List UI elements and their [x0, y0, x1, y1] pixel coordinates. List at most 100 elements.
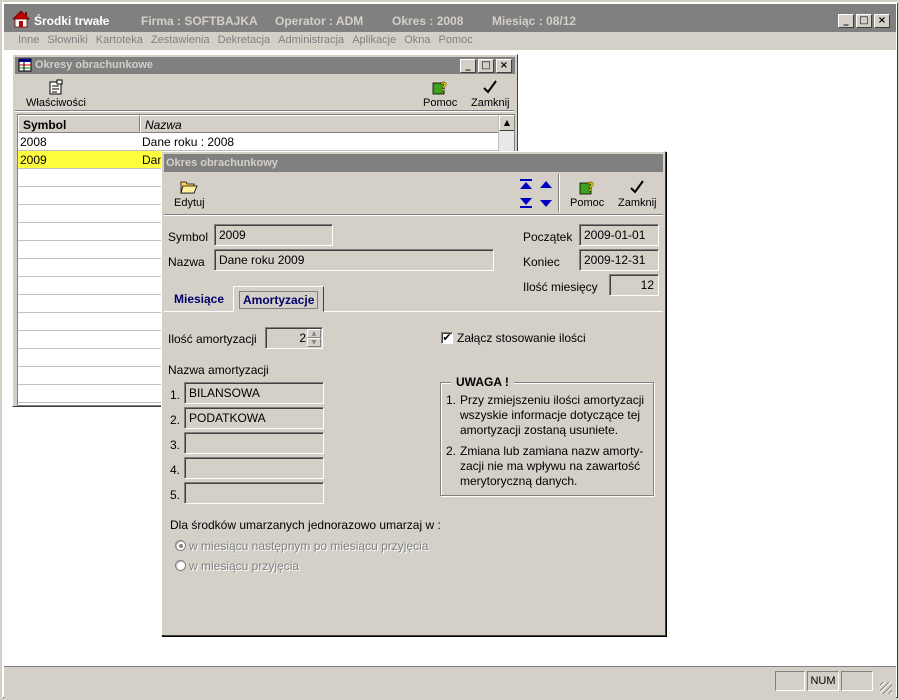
radio-same-month[interactable] — [175, 560, 186, 571]
warning-box: UWAGA ! 1. Przy zmiejszeniu ilości amort… — [440, 375, 654, 496]
resize-grip-icon[interactable] — [880, 682, 892, 694]
name-number: 5. — [170, 488, 181, 502]
table-row[interactable]: 2008 Dane roku : 2008 — [18, 133, 500, 151]
tab-miesiace[interactable]: Miesiące — [166, 288, 232, 310]
dialog-close-label: Zamknij — [618, 197, 657, 209]
properties-button[interactable]: Właściwości — [26, 79, 86, 109]
close-button[interactable]: × — [496, 59, 512, 73]
num-lock-indicator: NUM — [807, 671, 839, 691]
start-date-field[interactable]: 2009-01-01 — [579, 224, 659, 246]
warning-2-line: zacji nie ma wpływu na zawartość — [460, 459, 641, 473]
amortization-count-label: Ilość amortyzacji — [168, 332, 257, 346]
end-date-field[interactable]: 2009-12-31 — [579, 249, 659, 271]
name-number: 4. — [170, 463, 181, 477]
svg-text:?: ? — [587, 180, 594, 194]
periods-list-titlebar: Okresy obrachunkowe _ □ × — [15, 57, 515, 74]
menu-dekretacja[interactable]: Dekretacja — [218, 32, 276, 50]
last-record-icon[interactable] — [520, 198, 532, 208]
months-count-field[interactable]: 12 — [609, 274, 659, 296]
first-record-icon[interactable] — [520, 179, 532, 189]
period-label: Okres : 2008 — [392, 14, 464, 28]
status-panel — [775, 671, 805, 691]
scroll-up-icon[interactable]: ▲ — [499, 115, 514, 131]
symbol-field[interactable]: 2009 — [214, 224, 333, 246]
warning-1-line: amortyzacji zostaną usuniete. — [460, 423, 619, 437]
record-navigation — [520, 179, 552, 208]
radio-next-month-label: w miesiącu następnym po miesiącu przyjęc… — [189, 539, 429, 553]
row-name: Dane roku : 2008 — [142, 135, 235, 149]
tab-amortyzacje-label: Amortyzacje — [239, 291, 319, 309]
operator-label: Operator : ADM — [275, 14, 364, 28]
name-field[interactable]: Dane roku 2009 — [214, 249, 494, 271]
toolbar-separator — [15, 110, 514, 112]
column-header-name[interactable]: Nazwa — [140, 115, 500, 133]
next-record-icon[interactable] — [540, 200, 552, 207]
month-label: Miesiąc : 08/12 — [492, 14, 577, 28]
maximize-button[interactable]: □ — [856, 14, 872, 28]
amortization-name-field[interactable] — [184, 482, 324, 504]
menu-bar: Inne Słowniki Kartoteka Zestawienia Dekr… — [4, 32, 896, 50]
list-help-label: Pomoc — [423, 97, 458, 109]
status-bar: NUM — [4, 666, 896, 698]
menu-aplikacje[interactable]: Aplikacje — [352, 32, 401, 50]
house-icon — [12, 10, 30, 28]
tab-amortyzacje[interactable]: Amortyzacje — [233, 286, 325, 312]
edit-button[interactable]: Edytuj — [174, 179, 205, 209]
prev-record-icon[interactable] — [540, 181, 552, 188]
amortization-count-value: 2 — [299, 331, 306, 345]
name-label: Nazwa — [168, 255, 205, 269]
periods-window-controls: _ □ × — [460, 59, 512, 73]
warning-1-number: 1. — [446, 393, 457, 407]
amortization-name-field[interactable] — [184, 457, 324, 479]
help-icon: ? — [431, 79, 449, 95]
amortization-names-label: Nazwa amortyzacji — [168, 363, 269, 377]
menu-administracja[interactable]: Administracja — [278, 32, 349, 50]
minimize-button[interactable]: _ — [838, 14, 854, 28]
warning-title: UWAGA ! — [451, 375, 514, 389]
period-dialog-title: Okres obrachunkowy — [164, 154, 663, 172]
svg-text:?: ? — [440, 80, 447, 94]
menu-okna[interactable]: Okna — [404, 32, 435, 50]
name-number: 3. — [170, 438, 181, 452]
edit-label: Edytuj — [174, 197, 205, 209]
period-dialog: Okres obrachunkowy Edytuj ? Pomoc Zamkni… — [161, 151, 666, 636]
list-close-label: Zamknij — [471, 97, 510, 109]
spin-up-icon[interactable]: ▲ — [307, 329, 321, 338]
apply-count-checkbox[interactable]: ✔ — [441, 332, 453, 344]
menu-inne[interactable]: Inne — [18, 32, 44, 50]
amortization-name-field[interactable]: BILANSOWA — [184, 382, 324, 404]
list-help-button[interactable]: ? Pomoc — [423, 79, 457, 109]
radio-next-month[interactable] — [175, 540, 186, 551]
dialog-help-button[interactable]: ? Pomoc — [570, 179, 604, 209]
list-close-button[interactable]: Zamknij — [471, 79, 510, 109]
folder-open-icon — [180, 179, 198, 195]
company-label: Firma : SOFTBAJKA — [141, 14, 258, 28]
end-date-label: Koniec — [523, 255, 560, 269]
warning-1-line: Przy zmiejszeniu ilości amortyzacji — [460, 393, 645, 407]
checkmark-icon — [481, 79, 499, 95]
grid-header: Symbol Nazwa — [18, 115, 500, 133]
main-window: Środki trwałe Firma : SOFTBAJKA Operator… — [0, 0, 900, 700]
column-header-symbol[interactable]: Symbol — [18, 115, 140, 133]
warning-2-number: 2. — [446, 444, 457, 458]
start-date-label: Początek — [523, 230, 573, 244]
window-controls: _ □ × — [838, 14, 890, 28]
maximize-button[interactable]: □ — [478, 59, 494, 73]
menu-pomoc[interactable]: Pomoc — [439, 32, 478, 50]
amortization-count-stepper[interactable]: 2 ▲ ▼ — [265, 327, 323, 349]
close-button[interactable]: × — [874, 14, 890, 28]
amortization-name-field[interactable] — [184, 432, 324, 454]
amortization-name-field[interactable]: PODATKOWA — [184, 407, 324, 429]
properties-icon — [47, 79, 65, 95]
menu-slowniki[interactable]: Słowniki — [47, 32, 92, 50]
dialog-close-button[interactable]: Zamknij — [618, 179, 657, 209]
help-icon: ? — [578, 179, 596, 195]
menu-kartoteka[interactable]: Kartoteka — [96, 32, 148, 50]
warning-2-line: merytoryczną danych. — [460, 474, 578, 488]
grid-window-icon — [18, 58, 32, 72]
status-panel — [841, 671, 873, 691]
spin-down-icon[interactable]: ▼ — [307, 338, 321, 347]
minimize-button[interactable]: _ — [460, 59, 476, 73]
menu-zestawienia[interactable]: Zestawienia — [151, 32, 215, 50]
radio-same-month-label: w miesiącu przyjęcia — [189, 559, 300, 573]
